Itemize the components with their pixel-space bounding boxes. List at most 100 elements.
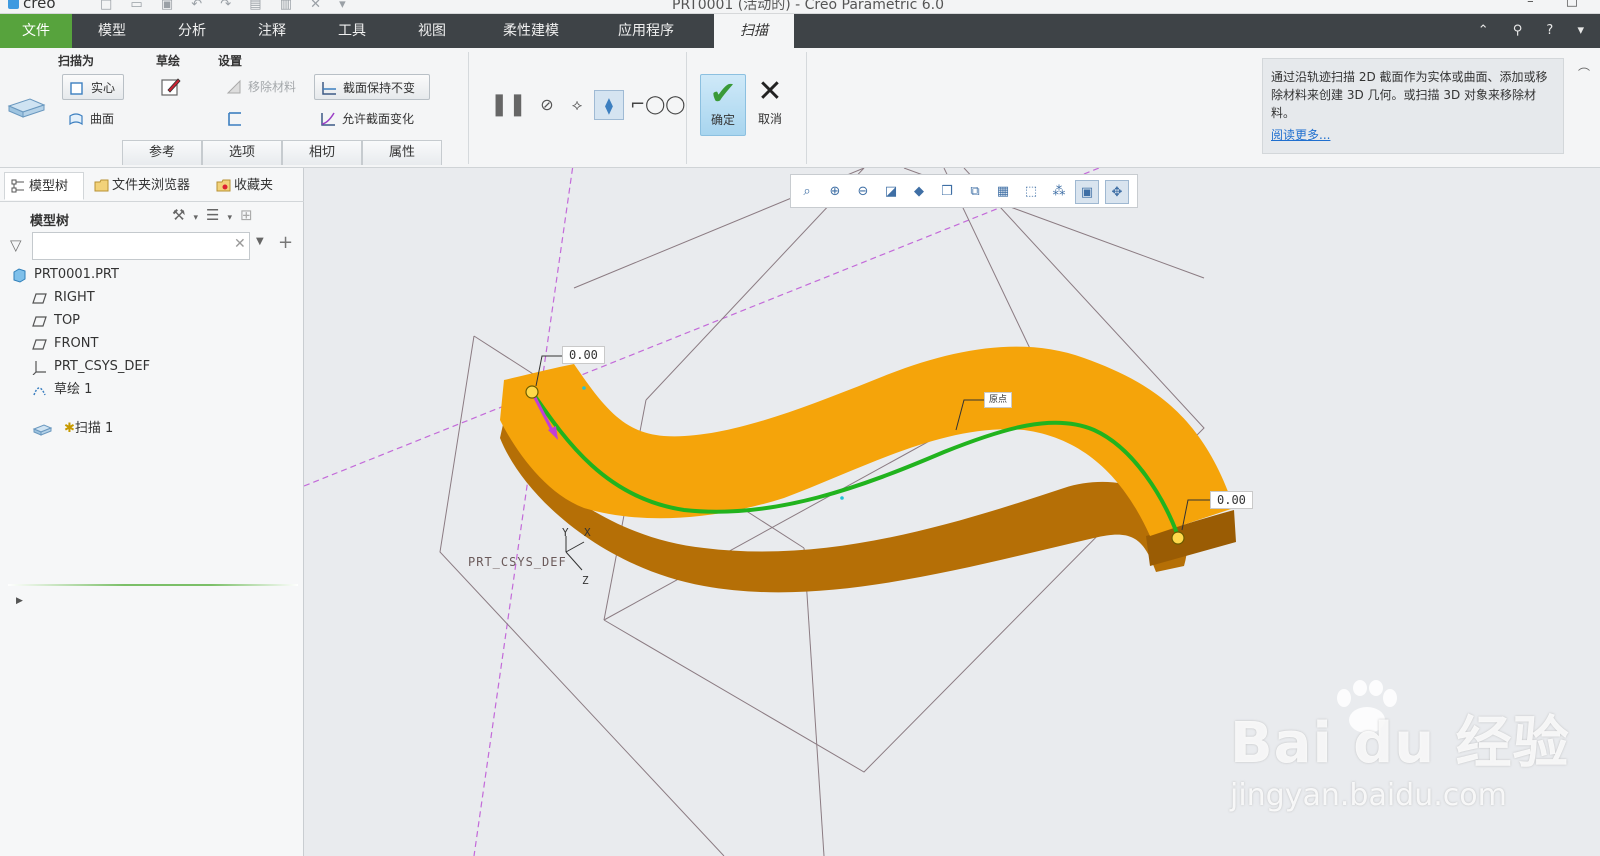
end-point-handle[interactable] xyxy=(1171,531,1185,545)
read-more-link[interactable]: 阅读更多... xyxy=(1271,126,1555,144)
sketch-icon[interactable] xyxy=(160,76,182,98)
close-icon: ✕ xyxy=(757,74,783,109)
tab-sweep[interactable]: 扫描 xyxy=(714,14,794,48)
settings-group-label: 设置 xyxy=(218,54,243,68)
tree-filter-icon[interactable]: ⊞ xyxy=(240,206,261,224)
show-list-icon[interactable]: ☰ xyxy=(206,206,227,224)
dropdown-icon[interactable]: ▾ xyxy=(193,213,206,223)
creo-logo-icon xyxy=(8,0,19,9)
start-dimension-tag[interactable]: 0.00 xyxy=(562,346,605,364)
solid-icon xyxy=(70,82,83,95)
zoom-out-icon[interactable]: ⊖ xyxy=(851,180,875,204)
tree-node-part[interactable]: PRT0001.PRT xyxy=(12,264,119,286)
expand-triangle-icon[interactable]: ▶ xyxy=(16,596,23,606)
axis-label-y: Y xyxy=(562,526,569,539)
subtab-tangency[interactable]: 相切 xyxy=(282,140,362,165)
tree-node-right-plane[interactable]: RIGHT xyxy=(32,287,95,309)
dropdown-icon[interactable]: ▾ xyxy=(227,213,240,223)
watermark-url: jingyan.baidu.com xyxy=(1230,778,1507,813)
app-brand: creo xyxy=(8,0,56,12)
tab-view[interactable]: 视图 xyxy=(392,14,472,48)
repaint-icon[interactable]: ◪ xyxy=(879,180,903,204)
help-text: 通过沿轨迹扫描 2D 截面作为实体或曲面、添加或移除材料来创建 3D 几何。或扫… xyxy=(1271,70,1548,120)
variable-section-button[interactable]: 允许截面变化 xyxy=(314,106,430,132)
tree-tools[interactable]: ⚒▾☰▾⊞ xyxy=(172,206,261,224)
model-tree-search-input[interactable] xyxy=(32,232,250,260)
tree-node-sketch[interactable]: 草绘 1 xyxy=(32,379,92,401)
folder-icon xyxy=(94,179,109,192)
preview-geometry-icon[interactable]: ⟡ xyxy=(562,90,592,120)
view-manager-icon[interactable]: ⧉ xyxy=(963,180,987,204)
tab-favorites[interactable]: 收藏夹 xyxy=(210,172,296,200)
thicken-sketch-icon[interactable] xyxy=(226,110,244,128)
cyan-marker xyxy=(840,496,844,500)
preview-feature-icon[interactable]: ⧫ xyxy=(594,90,624,120)
section-view-icon[interactable]: ⬚ xyxy=(1019,180,1043,204)
axis-label-x: X xyxy=(584,526,591,539)
ribbon-divider xyxy=(468,52,469,164)
quick-access-toolbar[interactable]: □ ▭ ▣ ↶ ↷ ▤ ▥ ✕ ▾ xyxy=(100,0,353,12)
cancel-button[interactable]: ✕ 取消 xyxy=(750,74,790,136)
constant-section-button[interactable]: 截面保持不变 xyxy=(314,74,430,100)
search-dropdown-icon[interactable]: ▼ xyxy=(256,236,264,247)
refit-icon[interactable]: ⌕ xyxy=(795,180,819,204)
origin-tag[interactable]: 原点 xyxy=(984,392,1013,408)
sweep-as-label: 扫描为 xyxy=(58,54,95,68)
subtab-properties[interactable]: 属性 xyxy=(362,140,442,165)
tab-folder-browser[interactable]: 文件夹浏览器 xyxy=(88,172,206,200)
annotation-display-icon[interactable]: ▣ xyxy=(1075,180,1099,204)
left-panel: 模型树 文件夹浏览器 收藏夹 模型树 ⚒▾☰▾⊞ ▽ ✕ ▼ + PRT0001… xyxy=(0,168,304,856)
perspective-view-icon[interactable]: ▦ xyxy=(991,180,1015,204)
subtab-references[interactable]: 参考 xyxy=(122,140,202,165)
tab-flexible-modeling[interactable]: 柔性建模 xyxy=(478,14,584,48)
watermark-brand: Bai du 经验 xyxy=(1230,711,1570,776)
part-icon xyxy=(13,268,26,283)
cyan-marker xyxy=(582,386,586,390)
tree-node-csys[interactable]: PRT_CSYS_DEF xyxy=(32,356,150,378)
tab-model[interactable]: 模型 xyxy=(72,14,152,48)
no-preview-icon[interactable]: ⊘ xyxy=(532,90,562,120)
remove-material-button[interactable]: 移除材料 xyxy=(220,74,310,100)
ok-button[interactable]: ✔ 确定 xyxy=(700,74,746,136)
tree-node-front-plane[interactable]: FRONT xyxy=(32,333,98,355)
window-title: PRT0001 (活动的) - Creo Parametric 6.0 xyxy=(672,0,945,13)
settings-tools-icon[interactable]: ⚒ xyxy=(172,206,193,224)
surface-icon xyxy=(69,113,83,126)
ribbon-tab-bar: 文件 模型 分析 注释 工具 视图 柔性建模 应用程序 扫描 ⌃ ⚲ ? ▾ xyxy=(0,14,1600,48)
sketch-group-label: 草绘 xyxy=(156,54,181,68)
pause-icon[interactable]: ❚❚ xyxy=(490,90,527,120)
ribbon-body: 扫描为 实心 曲面 草绘 设置 移除材料 截面保持不变 允许截面变化 参考 选项… xyxy=(0,48,1600,168)
ribbon-right-icons[interactable]: ⌃ ⚲ ? ▾ xyxy=(1478,14,1594,48)
solid-button[interactable]: 实心 xyxy=(62,74,124,100)
surface-button[interactable]: 曲面 xyxy=(62,106,132,132)
spin-center-icon[interactable]: ✥ xyxy=(1105,180,1129,204)
tab-analysis[interactable]: 分析 xyxy=(152,14,232,48)
datum-plane-outline xyxy=(803,547,825,856)
window-controls[interactable]: – □ xyxy=(1527,0,1592,9)
end-dimension-tag[interactable]: 0.00 xyxy=(1210,491,1253,509)
filter-icon: ▽ xyxy=(10,236,22,254)
tab-applications[interactable]: 应用程序 xyxy=(590,14,702,48)
verify-glasses-icon[interactable]: ⌐◯◯ xyxy=(630,90,685,120)
ribbon-divider xyxy=(806,52,807,164)
ribbon-overflow-icon[interactable]: ⌒ xyxy=(1578,54,1590,94)
coordinate-system-icon xyxy=(32,361,46,375)
sweep-tree-icon xyxy=(32,424,52,436)
tab-tools[interactable]: 工具 xyxy=(312,14,392,48)
tree-node-sweep[interactable]: ✱扫描 1 xyxy=(32,418,113,440)
clear-search-icon[interactable]: ✕ xyxy=(234,236,246,252)
subtab-options[interactable]: 选项 xyxy=(202,140,282,165)
ribbon-divider xyxy=(686,52,687,164)
add-icon[interactable]: + xyxy=(278,232,293,253)
display-style-icon[interactable]: ◆ xyxy=(907,180,931,204)
start-point-handle[interactable] xyxy=(525,385,539,399)
tab-file[interactable]: 文件 xyxy=(0,14,72,48)
tab-model-tree[interactable]: 模型树 xyxy=(4,172,84,200)
under-construction-icon: ✱ xyxy=(64,421,75,436)
saved-orientations-icon[interactable]: ❒ xyxy=(935,180,959,204)
remove-material-icon xyxy=(226,79,241,94)
datum-display-filters-icon[interactable]: ⁂ xyxy=(1047,180,1071,204)
zoom-in-icon[interactable]: ⊕ xyxy=(823,180,847,204)
tab-annotate[interactable]: 注释 xyxy=(232,14,312,48)
tree-node-top-plane[interactable]: TOP xyxy=(32,310,80,332)
